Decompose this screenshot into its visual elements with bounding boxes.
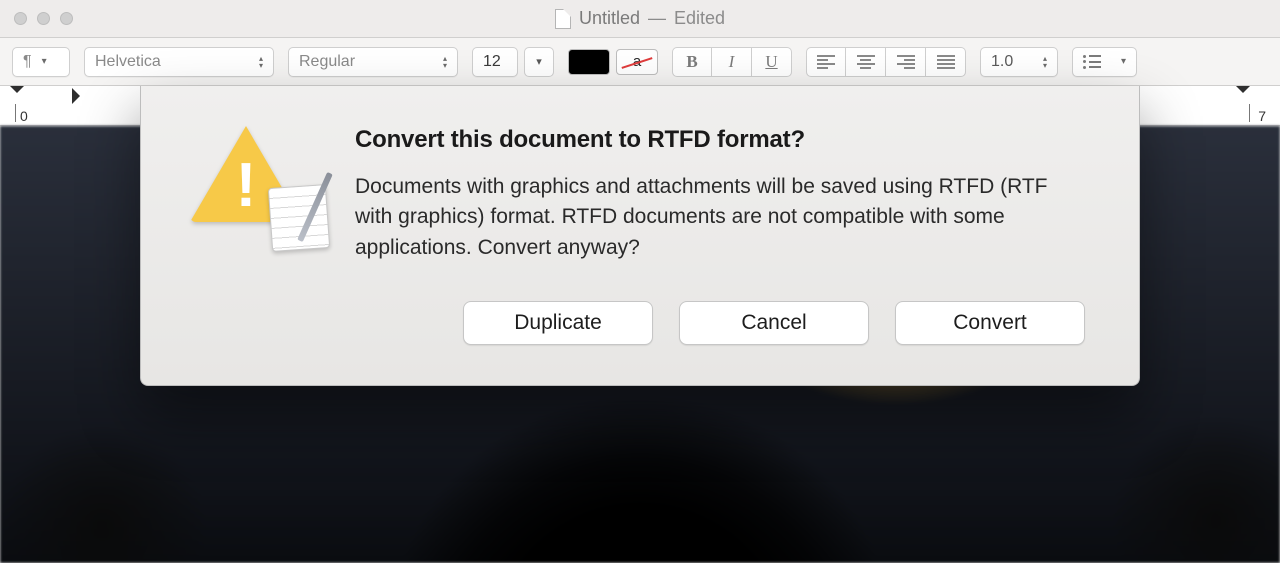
font-style-select[interactable]: Regular ▴▾: [288, 47, 458, 77]
font-size-group: ▾: [472, 47, 554, 77]
right-indent-marker[interactable]: [1236, 86, 1250, 100]
dialog-button-row: Duplicate Cancel Convert: [355, 301, 1085, 345]
list-style-select[interactable]: ▾: [1072, 47, 1137, 77]
line-spacing-select[interactable]: 1.0 ▴▾: [980, 47, 1058, 77]
first-line-indent-marker[interactable]: [10, 86, 24, 100]
italic-button[interactable]: I: [712, 47, 752, 77]
align-center-icon: [857, 55, 875, 69]
list-icon: [1083, 55, 1101, 69]
font-size-stepper[interactable]: ▾: [524, 47, 554, 77]
chevron-down-icon: ▾: [42, 56, 47, 67]
align-justify-button[interactable]: [926, 47, 966, 77]
convert-button[interactable]: Convert: [895, 301, 1085, 345]
document-name[interactable]: Untitled: [579, 8, 640, 29]
paragraph-style-select[interactable]: ¶ ▾: [12, 47, 70, 77]
ruler-number: 7: [1258, 108, 1266, 124]
bold-button[interactable]: B: [672, 47, 712, 77]
align-center-button[interactable]: [846, 47, 886, 77]
chevron-down-icon: ▾: [1121, 56, 1126, 67]
duplicate-button[interactable]: Duplicate: [463, 301, 653, 345]
font-family-label: Helvetica: [95, 53, 161, 71]
window-title: Untitled — Edited: [0, 8, 1280, 29]
color-wells: a: [568, 49, 658, 75]
document-state: Edited: [674, 8, 725, 29]
align-right-icon: [897, 55, 915, 69]
underline-button[interactable]: U: [752, 47, 792, 77]
font-style-segment: B I U: [672, 47, 792, 77]
window-titlebar: Untitled — Edited: [0, 0, 1280, 38]
warning-icon: !: [190, 126, 310, 236]
formatting-toolbar: ¶ ▾ Helvetica ▴▾ Regular ▴▾ ▾ a B I U: [0, 38, 1280, 86]
text-align-segment: [806, 47, 966, 77]
updown-icon: ▴▾: [259, 55, 263, 69]
updown-icon: ▴▾: [443, 55, 447, 69]
font-family-select[interactable]: Helvetica ▴▾: [84, 47, 274, 77]
highlight-color-well[interactable]: a: [616, 49, 658, 75]
align-right-button[interactable]: [886, 47, 926, 77]
left-indent-marker[interactable]: [72, 88, 88, 104]
dialog-title: Convert this document to RTFD format?: [355, 126, 1085, 154]
cancel-button[interactable]: Cancel: [679, 301, 869, 345]
dialog-body: Documents with graphics and attachments …: [355, 172, 1085, 263]
align-left-icon: [817, 55, 835, 69]
ruler-number: 0: [20, 108, 28, 124]
font-size-field[interactable]: [472, 47, 518, 77]
text-color-well[interactable]: [568, 49, 610, 75]
title-separator: —: [648, 8, 666, 29]
highlight-glyph: a: [633, 53, 641, 70]
pilcrow-icon: ¶: [23, 53, 32, 71]
font-size-input[interactable]: [481, 52, 509, 72]
document-icon: [555, 9, 571, 29]
convert-rtfd-dialog: ! Convert this document to RTFD format? …: [140, 86, 1140, 386]
line-spacing-label: 1.0: [991, 53, 1013, 71]
chevron-down-icon: ▾: [536, 55, 542, 68]
align-justify-icon: [937, 55, 955, 69]
font-style-label: Regular: [299, 53, 355, 71]
align-left-button[interactable]: [806, 47, 846, 77]
updown-icon: ▴▾: [1043, 55, 1047, 69]
